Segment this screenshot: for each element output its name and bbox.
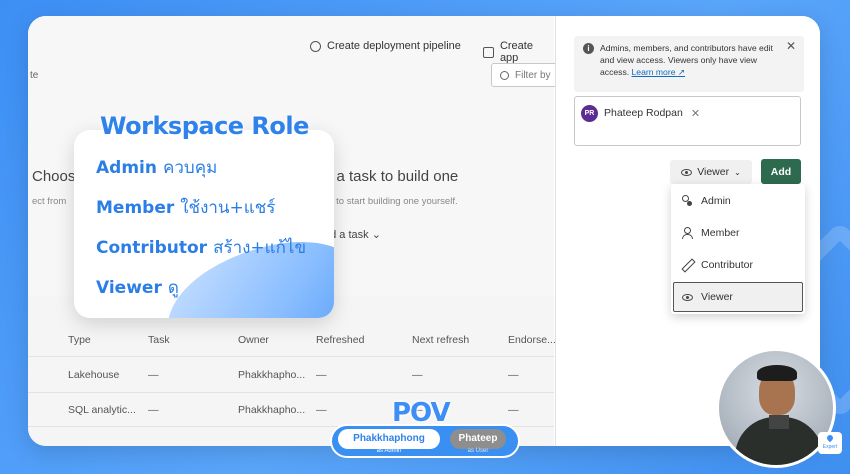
- role-description: ควบคุม: [162, 158, 218, 178]
- search-icon: [500, 70, 509, 80]
- create-app-button[interactable]: Create app: [483, 40, 554, 64]
- cell-endorsement: —: [508, 369, 519, 381]
- pov-switch: Phakkhaphong as Admin Phateep as User: [330, 424, 520, 458]
- pov-user-caption: as User: [467, 448, 489, 454]
- avatar: PR: [581, 104, 598, 122]
- cell-refreshed: —: [316, 369, 327, 381]
- column-header-type[interactable]: Type: [68, 334, 91, 346]
- eye-icon: [682, 293, 693, 301]
- eye-icon: [681, 168, 693, 176]
- create-app-label: Create app: [499, 40, 533, 64]
- cell-refreshed: —: [316, 404, 327, 416]
- column-header-next-refresh[interactable]: Next refresh: [412, 334, 469, 346]
- role-description: ดู: [167, 278, 179, 298]
- menu-item-label: Admin: [701, 195, 731, 207]
- role-name: Viewer: [96, 278, 162, 298]
- menu-item-viewer[interactable]: Viewer: [673, 282, 803, 312]
- external-link-icon: ↗: [677, 67, 686, 77]
- cell-task: —: [148, 404, 159, 416]
- role-dropdown-button[interactable]: Viewer ⌄: [670, 160, 752, 184]
- expert-logo: Expert: [818, 432, 842, 454]
- cell-type[interactable]: Lakehouse: [68, 369, 119, 381]
- role-contributor: Contributor สร้าง+แก้ไข: [96, 234, 306, 261]
- admin-icon: [681, 195, 693, 207]
- person-chip: PR Phateep Rodpan ✕: [581, 103, 706, 123]
- menu-item-admin[interactable]: Admin: [673, 186, 803, 216]
- cell-owner: Phakkhapho...: [238, 369, 306, 381]
- close-icon[interactable]: ✕: [786, 40, 796, 52]
- rocket-icon: [310, 40, 321, 52]
- info-text: Admins, members, and contributors have e…: [600, 43, 773, 77]
- menu-item-contributor[interactable]: Contributor: [673, 250, 803, 280]
- row-divider: [28, 392, 554, 393]
- column-header-refreshed[interactable]: Refreshed: [316, 334, 364, 346]
- column-header-owner[interactable]: Owner: [238, 334, 269, 346]
- add-button[interactable]: Add: [761, 159, 801, 184]
- cell-type[interactable]: SQL analytic...: [68, 404, 136, 416]
- role-name: Member: [96, 198, 175, 218]
- choose-heading: Choos: [32, 168, 76, 185]
- column-header-endorsement[interactable]: Endorse...: [508, 334, 556, 346]
- app-window: Create deployment pipeline Create app te…: [28, 16, 820, 446]
- cell-owner: Phakkhapho...: [238, 404, 306, 416]
- role-admin: Admin ควบคุม: [96, 154, 217, 181]
- column-header-task[interactable]: Task: [148, 334, 170, 346]
- role-name: Contributor: [96, 238, 208, 258]
- pov-user-pill: Phateep: [450, 429, 506, 449]
- menu-item-member[interactable]: Member: [673, 218, 803, 248]
- person-name: Phateep Rodpan: [604, 107, 683, 119]
- filter-placeholder: Filter by: [515, 69, 551, 81]
- create-pipeline-button[interactable]: Create deployment pipeline: [310, 40, 461, 52]
- app-grid-icon: [483, 46, 494, 58]
- pencil-icon: [681, 259, 693, 271]
- people-picker-input[interactable]: PR Phateep Rodpan ✕: [574, 96, 801, 146]
- person-icon: [681, 227, 693, 239]
- chevron-down-icon: ⌄: [734, 167, 741, 177]
- cell-next-refresh: —: [412, 369, 423, 381]
- menu-item-label: Viewer: [701, 291, 733, 303]
- role-description: ใช้งาน+แชร์: [180, 198, 276, 218]
- task-subtext: sk to start building one yourself.: [324, 196, 458, 207]
- presenter-shirt: [769, 415, 789, 429]
- role-viewer: Viewer ดู: [96, 274, 179, 301]
- cell-task: —: [148, 369, 159, 381]
- info-banner: i Admins, members, and contributors have…: [574, 36, 804, 92]
- role-name: Admin: [96, 158, 157, 178]
- menu-item-label: Member: [701, 227, 740, 239]
- chevron-down-icon: ⌄: [371, 229, 381, 241]
- role-menu: Admin Member Contributor Viewer: [671, 184, 805, 314]
- pov-title: POV: [392, 398, 451, 428]
- header-fragment: te: [30, 70, 39, 81]
- workspace-role-title: Workspace Role: [100, 112, 309, 140]
- cell-endorsement: —: [508, 404, 519, 416]
- learn-more-link[interactable]: Learn more ↗: [632, 67, 686, 77]
- menu-item-label: Contributor: [701, 259, 753, 271]
- presenter-hair: [757, 365, 797, 381]
- remove-person-icon[interactable]: ✕: [691, 107, 700, 120]
- row-divider: [28, 356, 554, 357]
- pov-admin-pill: Phakkhaphong: [338, 429, 440, 449]
- choose-subtext: ect from: [32, 196, 67, 207]
- create-pipeline-label: Create deployment pipeline: [327, 40, 461, 52]
- learn-more-label: Learn more: [631, 67, 676, 77]
- pov-admin-caption: as Admin: [376, 448, 402, 454]
- role-member: Member ใช้งาน+แชร์: [96, 194, 275, 221]
- workspace-role-card: Admin ควบคุม Member ใช้งาน+แชร์ Contributo…: [74, 130, 334, 318]
- role-dropdown-label: Viewer: [697, 166, 730, 178]
- info-icon: i: [583, 43, 594, 54]
- role-description: สร้าง+แก้ไข: [213, 238, 307, 258]
- task-heading: d a task to build one: [324, 168, 459, 185]
